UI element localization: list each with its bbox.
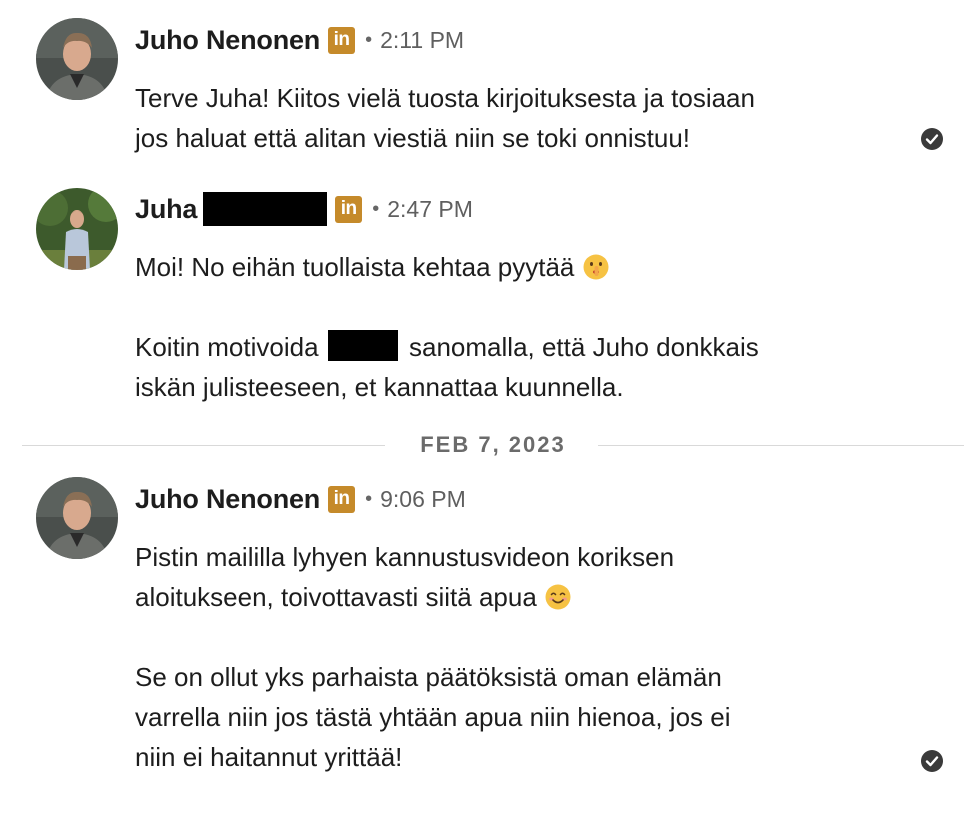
message-line: varrella niin jos tästä yhtään apua niin… [135, 702, 731, 732]
message-body: Moi! No eihän tuollaista kehtaa pyytää K… [135, 247, 875, 407]
separator-dot: • [372, 197, 380, 220]
message-line: Pistin maililla lyhyen kannustusvideon k… [135, 542, 675, 572]
avatar[interactable] [36, 188, 118, 270]
avatar-photo [36, 18, 118, 100]
smiling-face-emoji [545, 584, 571, 610]
sender-name[interactable]: Juho Nenonen [135, 484, 320, 515]
message-body: Terve Juha! Kiitos vielä tuosta kirjoitu… [135, 78, 875, 158]
avatar[interactable] [36, 18, 118, 100]
message-line: Moi! No eihän tuollaista kehtaa pyytää [135, 247, 875, 287]
message-text: Koitin motivoida [135, 332, 319, 362]
message-thread: Juho Nenonen in • 2:11 PM Terve Juha! Ki… [0, 0, 964, 826]
redacted-name [327, 330, 398, 361]
message-timestamp: 2:11 PM [380, 26, 465, 53]
message-text: aloitukseen, toivottavasti siitä apua [135, 582, 537, 612]
message-line: Se on ollut yks parhaista päätöksistä om… [135, 662, 722, 692]
message-line: niin ei haitannut yrittää! [135, 742, 403, 772]
separator-dot: • [365, 487, 373, 510]
linkedin-icon: in [328, 485, 356, 513]
message-line: Terve Juha! Kiitos vielä tuosta kirjoitu… [135, 83, 755, 113]
avatar-photo [36, 477, 118, 559]
message-header: Juha in • 2:47 PM [135, 189, 473, 229]
message-header: Juho Nenonen in • 9:06 PM [135, 479, 466, 519]
message-line: iskän julisteeseen, et kannattaa kuunnel… [135, 372, 624, 402]
message-body: Pistin maililla lyhyen kannustusvideon k… [135, 537, 875, 777]
divider-line-right [598, 445, 964, 446]
separator-dot: • [365, 28, 373, 51]
sender-name[interactable]: Juha [135, 194, 197, 225]
message-text: Moi! No eihän tuollaista kehtaa pyytää [135, 252, 575, 282]
message-timestamp: 2:47 PM [387, 195, 473, 222]
redacted-surname [203, 192, 328, 226]
message-header: Juho Nenonen in • 2:11 PM [135, 20, 464, 60]
message-text: sanomalla, että Juho donkkais [409, 332, 759, 362]
message-line: Koitin motivoida sanomalla, että Juho do… [135, 327, 875, 367]
date-divider: FEB 7, 2023 [22, 424, 964, 464]
check-icon [921, 128, 943, 150]
linkedin-icon: in [328, 26, 356, 54]
avatar[interactable] [36, 477, 118, 559]
shushing-face-emoji [583, 254, 609, 280]
check-icon [921, 750, 943, 772]
message-line: aloitukseen, toivottavasti siitä apua [135, 577, 875, 617]
avatar-photo [36, 188, 118, 270]
message-timestamp: 9:06 PM [380, 485, 466, 512]
sender-name[interactable]: Juho Nenonen [135, 25, 320, 56]
message-line: jos haluat että alitan viestiä niin se t… [135, 123, 691, 153]
linkedin-icon: in [335, 195, 363, 223]
